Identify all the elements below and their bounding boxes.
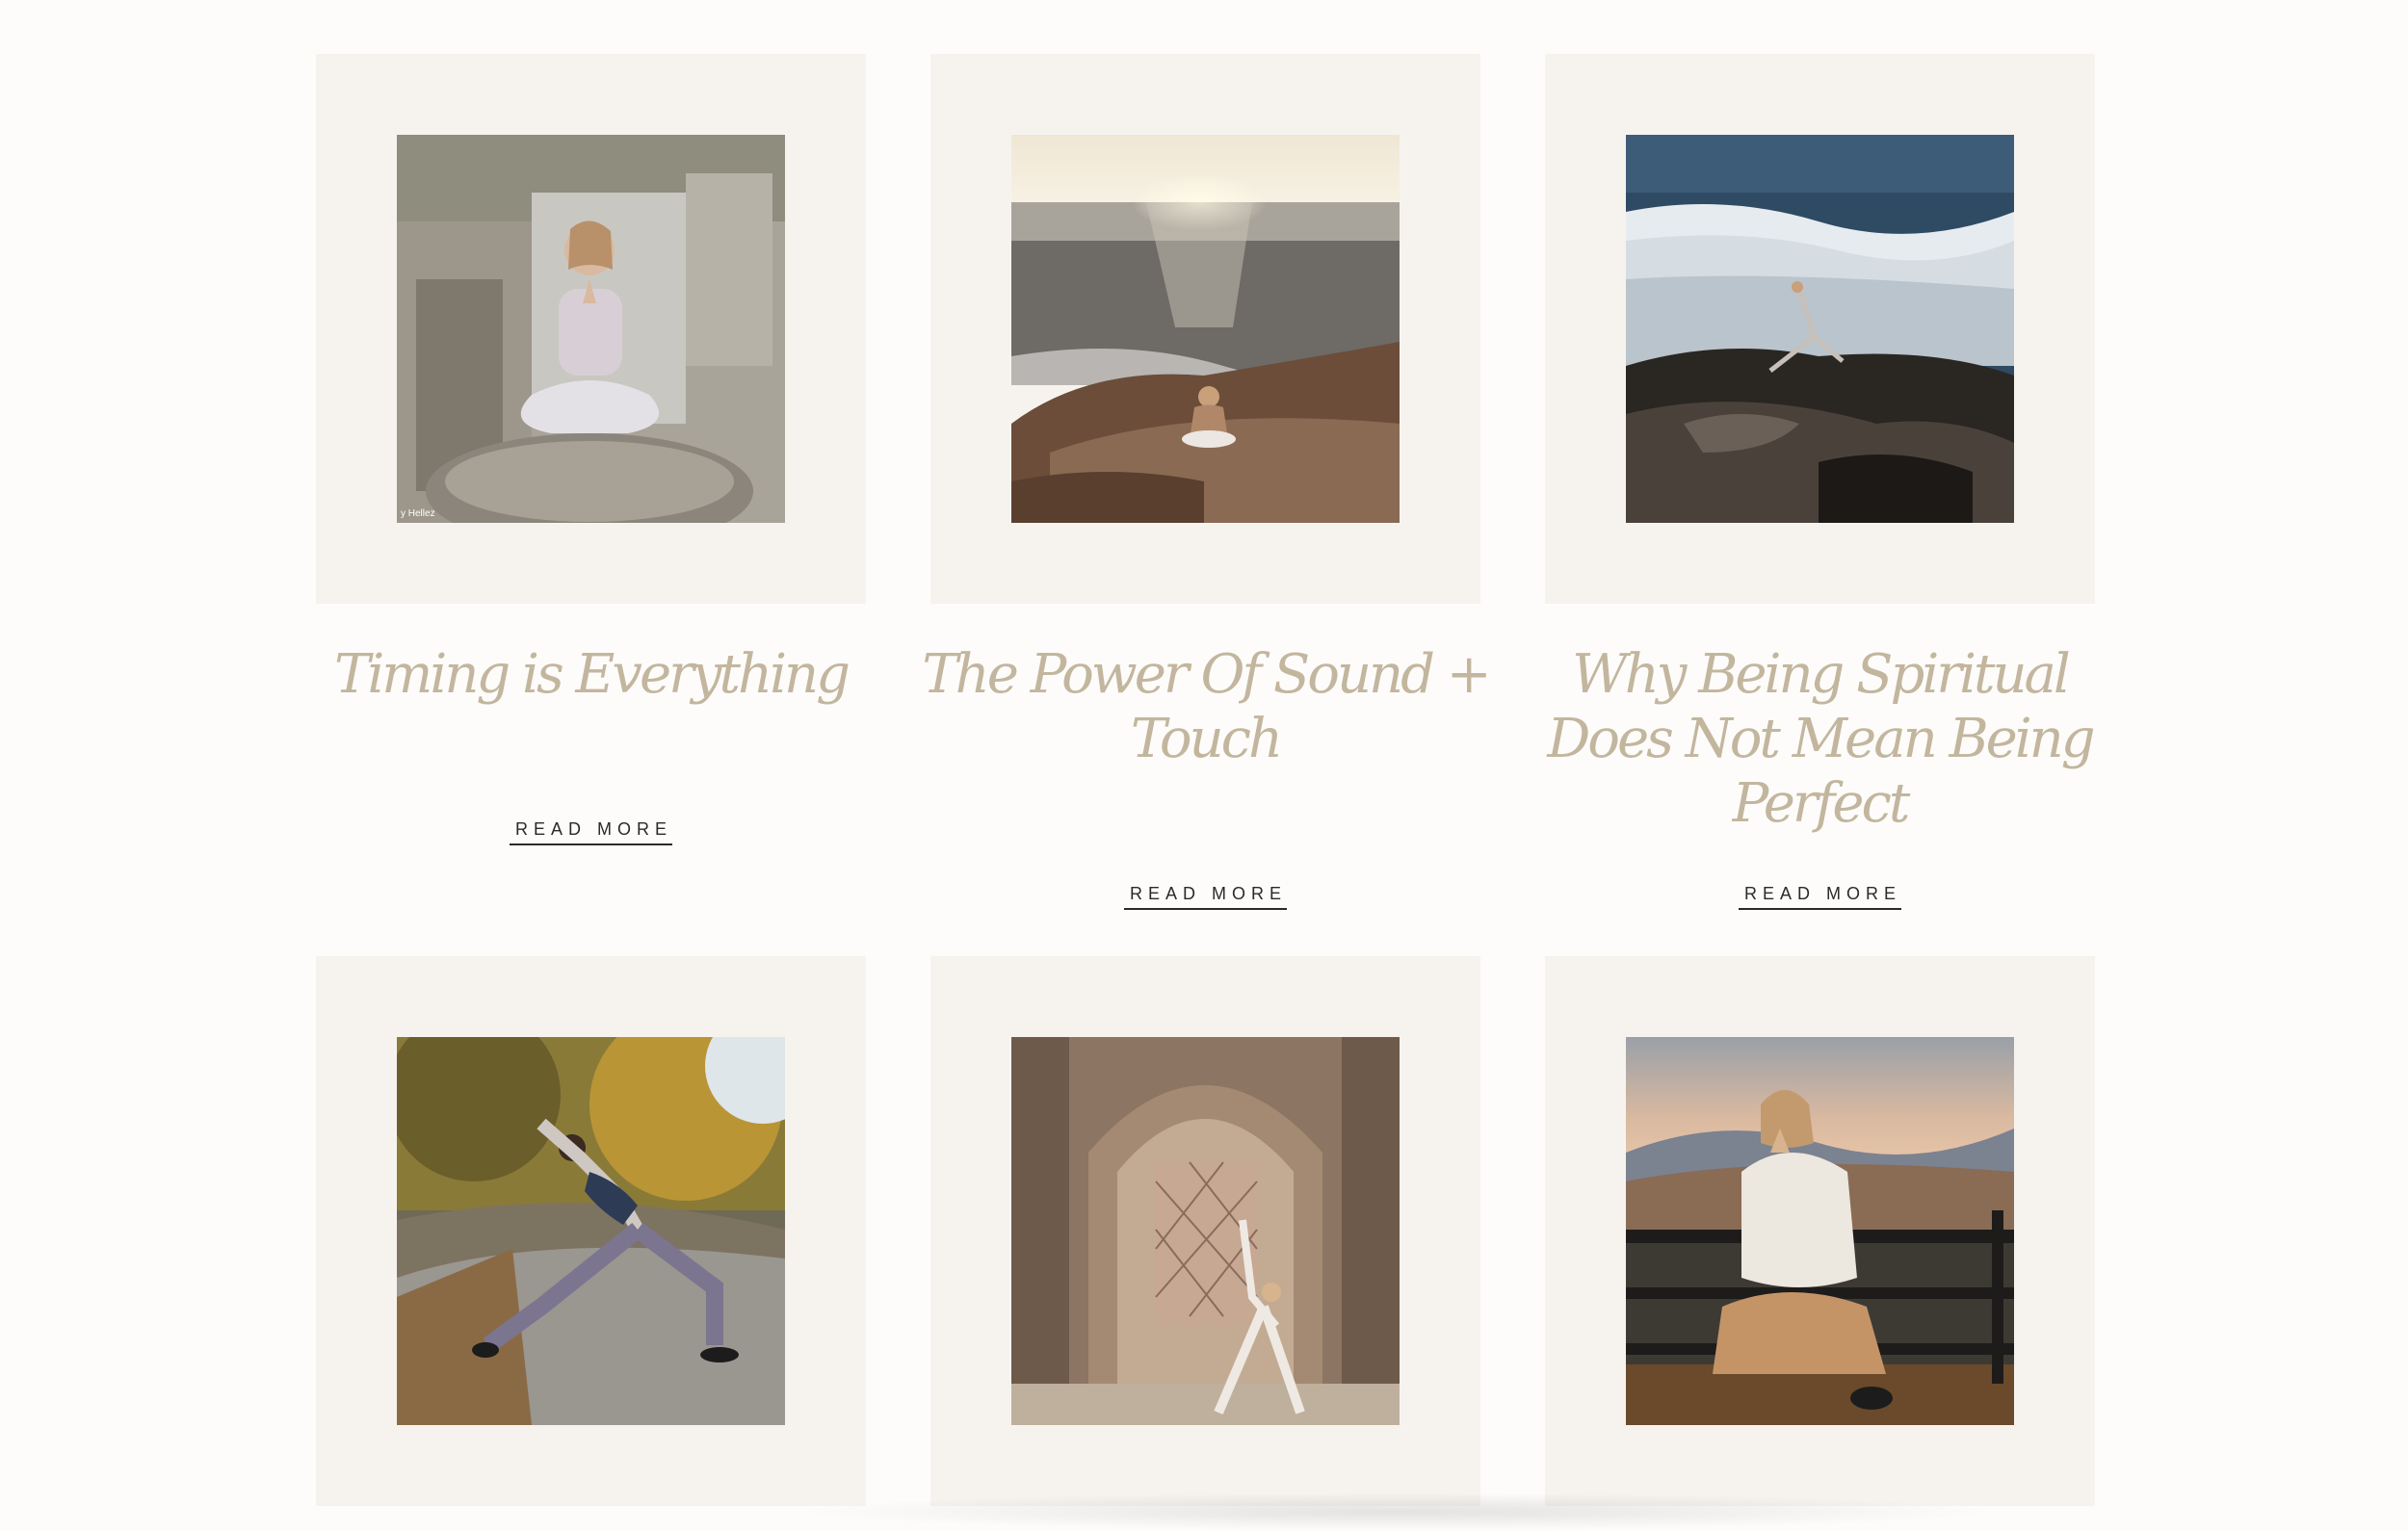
post-photo[interactable] — [1011, 135, 1400, 523]
post-image-frame[interactable] — [1545, 956, 2095, 1506]
read-more-link[interactable]: READ MORE — [1545, 884, 2095, 910]
arch-triangle-pose-photo — [1011, 1037, 1400, 1425]
meditation-on-rock-photo: y Hellez — [397, 135, 785, 523]
read-more-link[interactable]: READ MORE — [930, 884, 1480, 910]
photo-watermark: y Hellez — [401, 508, 435, 519]
post-photo[interactable] — [397, 1037, 785, 1425]
read-more-link[interactable]: READ MORE — [316, 819, 866, 845]
post-image-frame[interactable] — [316, 956, 866, 1506]
post-title[interactable]: Timing is Everything — [297, 642, 885, 707]
post-image-frame[interactable] — [1545, 54, 2095, 604]
blog-card: y Hellez Timing is Everything READ MORE — [316, 54, 866, 845]
blog-post-grid: y Hellez Timing is Everything READ MORE — [0, 0, 2408, 1520]
post-title[interactable]: The Power Of Sound + Touch — [911, 642, 1500, 771]
post-image-frame[interactable]: y Hellez — [316, 54, 866, 604]
park-warrior-pose-photo — [397, 1037, 785, 1425]
post-photo[interactable] — [1626, 1037, 2014, 1425]
read-more-label: READ MORE — [1123, 884, 1287, 910]
blog-card — [316, 956, 866, 1506]
read-more-label: READ MORE — [1738, 884, 1901, 910]
post-title[interactable]: Why Being Spiritual Does Not Mean Being … — [1526, 642, 2114, 836]
blog-card: Why Being Spiritual Does Not Mean Being … — [1545, 54, 2096, 910]
blog-card — [1545, 956, 2095, 1506]
ocean-sunset-meditation-photo — [1011, 135, 1400, 523]
mountain-view-meditation-photo — [1626, 1037, 2014, 1425]
post-photo[interactable] — [1011, 1037, 1400, 1425]
blog-card — [930, 956, 1480, 1506]
post-photo[interactable]: y Hellez — [397, 135, 785, 523]
post-image-frame[interactable] — [930, 956, 1480, 1506]
rocky-shore-pose-photo — [1626, 135, 2014, 523]
read-more-label: READ MORE — [509, 819, 672, 845]
blog-card: The Power Of Sound + Touch READ MORE — [922, 54, 1492, 910]
post-photo[interactable] — [1626, 135, 2014, 523]
bottom-shadow — [790, 1492, 2003, 1531]
post-image-frame[interactable] — [930, 54, 1480, 604]
